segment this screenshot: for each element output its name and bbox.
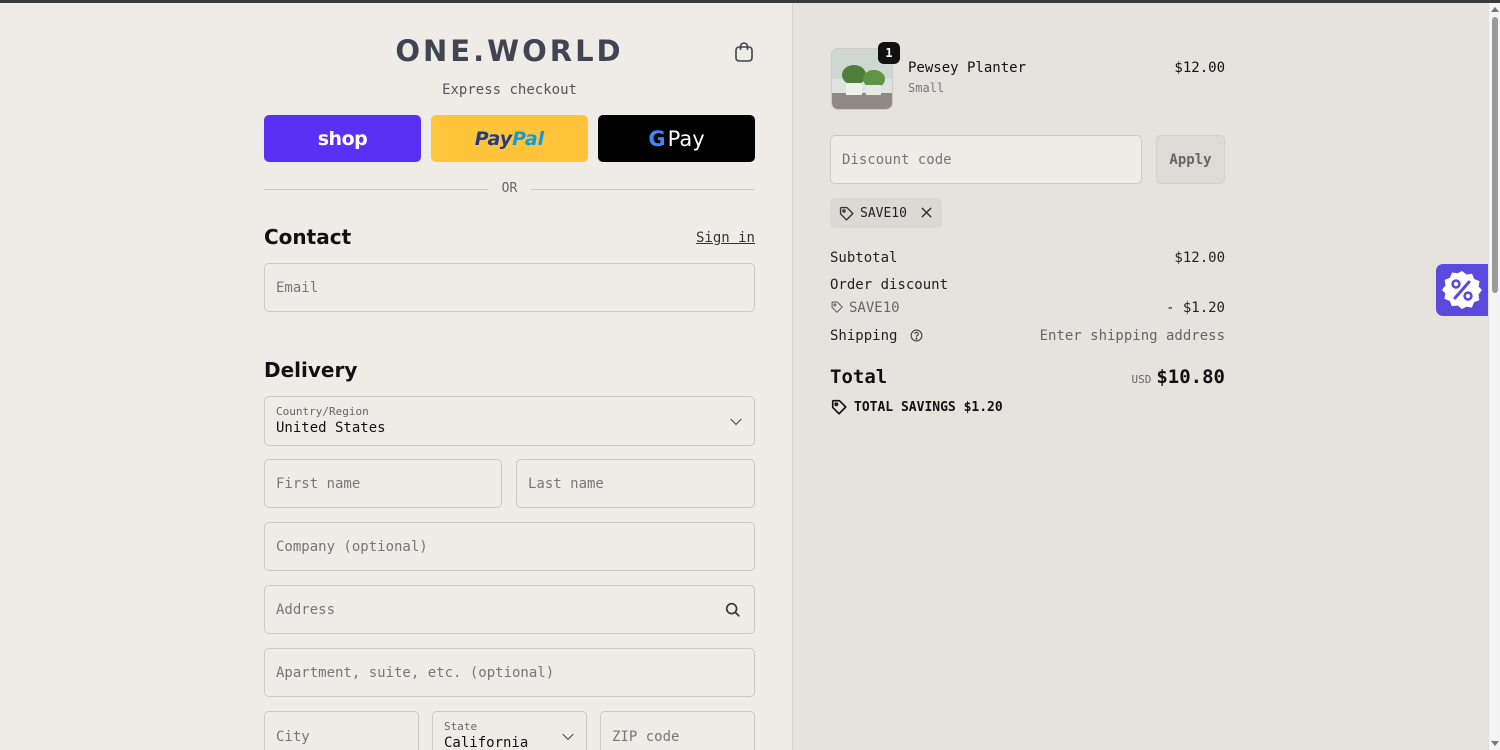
tag-icon <box>831 301 843 313</box>
company-placeholder: Company (optional) <box>276 538 428 555</box>
delivery-heading: Delivery <box>264 358 358 382</box>
quantity-badge: 1 <box>878 42 900 64</box>
applied-code-label: SAVE10 <box>860 205 907 221</box>
divider-line-right <box>531 189 755 190</box>
percent-badge-icon <box>1442 271 1482 309</box>
applied-discount-chip: SAVE10 <box>830 198 942 228</box>
subtotal-label: Subtotal <box>830 250 898 266</box>
company-field[interactable]: Company (optional) <box>264 522 755 571</box>
state-label: State <box>444 720 478 733</box>
paypal-label-pay: Pay <box>474 127 513 150</box>
or-divider: OR <box>264 181 755 197</box>
shipping-label: Shipping <box>830 328 898 344</box>
shop-pay-button[interactable]: shop <box>264 115 421 162</box>
product-variant: Small <box>908 81 945 95</box>
express-checkout-label: Express checkout <box>442 82 577 98</box>
search-icon[interactable] <box>724 601 742 619</box>
zip-placeholder: ZIP code <box>612 729 680 745</box>
tag-icon <box>839 206 854 221</box>
store-logo[interactable]: ONE.WORLD <box>264 34 755 68</box>
chevron-down-icon <box>562 728 574 741</box>
paypal-button[interactable]: Pay Pal <box>431 115 588 162</box>
subtotal-value: $12.00 <box>1174 250 1225 266</box>
close-icon[interactable] <box>920 206 933 219</box>
help-circle-icon[interactable] <box>910 329 923 342</box>
tag-icon <box>831 399 847 415</box>
scroll-up-arrow-icon[interactable] <box>1491 7 1499 12</box>
last-name-field[interactable]: Last name <box>516 459 755 508</box>
country-value: United States <box>276 420 386 436</box>
total-savings: TOTAL SAVINGS $1.20 <box>830 398 1003 416</box>
country-select[interactable]: Country/Region United States <box>264 396 755 446</box>
scroll-down-arrow-icon[interactable] <box>1491 741 1499 746</box>
google-pay-button[interactable]: G Pay <box>598 115 755 162</box>
state-select[interactable]: State California <box>432 711 587 750</box>
discount-value: - $1.20 <box>1165 300 1225 316</box>
state-value: California <box>444 735 529 750</box>
discount-code-label: SAVE10 <box>849 300 900 316</box>
city-placeholder: City <box>276 729 310 745</box>
total-savings-label: TOTAL SAVINGS $1.20 <box>854 399 1003 415</box>
product-name: Pewsey Planter <box>908 60 1027 76</box>
chevron-down-icon <box>730 413 742 426</box>
city-field[interactable]: City <box>264 711 419 750</box>
address-placeholder: Address <box>276 601 336 618</box>
product-price: $12.00 <box>1174 60 1225 76</box>
paypal-label-pal: Pal <box>512 127 545 150</box>
discount-code-row: SAVE10 - $1.20 <box>830 300 1225 316</box>
promo-widget-button[interactable] <box>1436 264 1488 316</box>
discount-code-input[interactable]: Discount code <box>830 135 1142 184</box>
apartment-placeholder: Apartment, suite, etc. (optional) <box>276 664 555 681</box>
total-currency: USD <box>1131 373 1152 386</box>
sign-in-link[interactable]: Sign in <box>690 230 755 246</box>
shipping-row: Shipping Enter shipping address <box>830 328 1225 344</box>
first-name-field[interactable]: First name <box>264 459 502 508</box>
total-value: $10.80 <box>1156 366 1225 388</box>
zip-field[interactable]: ZIP code <box>600 711 755 750</box>
total-amount: USD $10.80 <box>1025 366 1225 388</box>
subtotal-row: Subtotal $12.00 <box>830 250 1225 266</box>
order-discount-label: Order discount <box>830 277 949 293</box>
shop-pay-label: shop <box>317 127 368 150</box>
email-field[interactable]: Email <box>264 263 755 312</box>
total-label: Total <box>830 366 888 388</box>
apartment-field[interactable]: Apartment, suite, etc. (optional) <box>264 648 755 697</box>
country-label: Country/Region <box>276 405 369 418</box>
apply-discount-button[interactable]: Apply <box>1156 135 1225 184</box>
first-name-placeholder: First name <box>276 475 361 492</box>
google-pay-label: Pay <box>667 126 705 151</box>
discount-placeholder: Discount code <box>842 151 952 168</box>
email-placeholder: Email <box>276 279 319 296</box>
last-name-placeholder: Last name <box>528 475 604 492</box>
contact-heading: Contact <box>264 225 352 249</box>
page-scrollbar[interactable] <box>1488 3 1500 750</box>
google-g-icon: G <box>648 126 666 151</box>
address-field[interactable]: Address <box>264 585 755 634</box>
shopping-bag-icon[interactable] <box>732 40 756 64</box>
shipping-value: Enter shipping address <box>1039 328 1225 344</box>
scrollbar-thumb[interactable] <box>1492 17 1498 293</box>
order-discount-row: Order discount <box>830 277 1225 293</box>
